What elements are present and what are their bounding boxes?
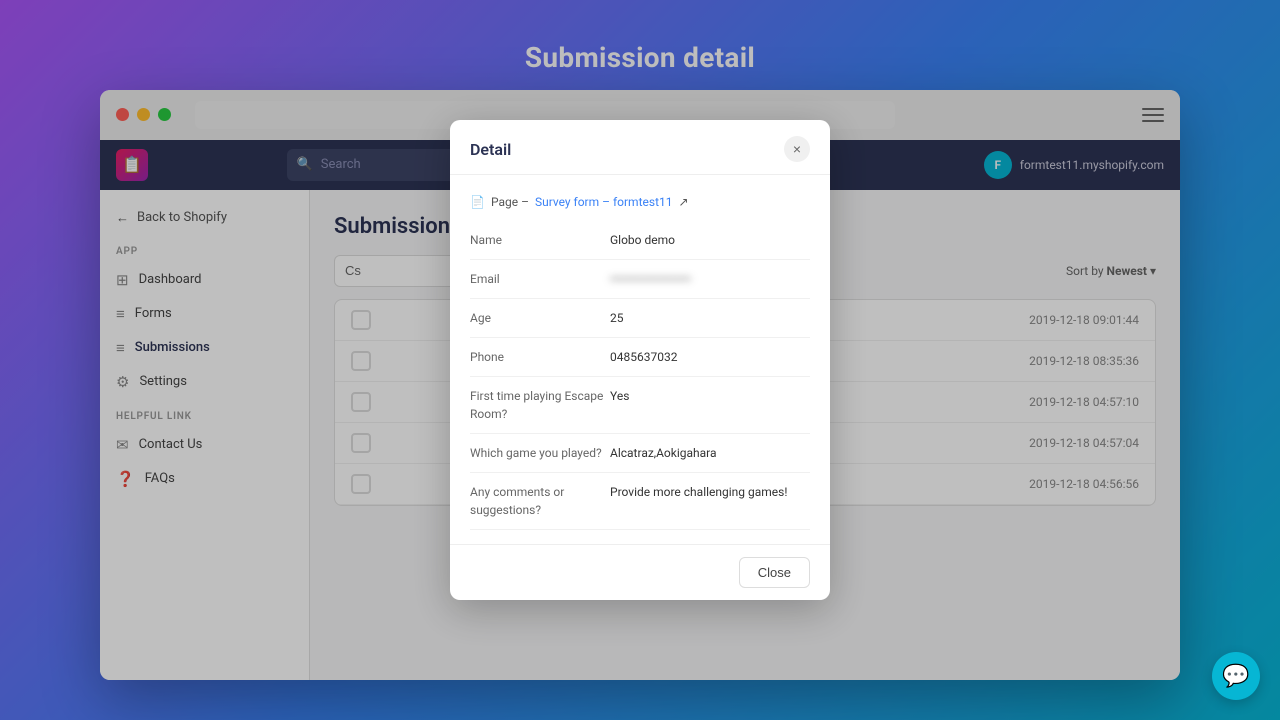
page-link[interactable]: Survey form – formtest11 bbox=[535, 195, 673, 209]
chat-bubble-button[interactable]: 💬 bbox=[1212, 652, 1260, 700]
detail-row-comments: Any comments or suggestions? Provide mor… bbox=[470, 473, 810, 530]
modal-body: 📄 Page – Survey form – formtest11 ↗ Name… bbox=[450, 190, 830, 545]
field-label-game: Which game you played? bbox=[470, 444, 610, 462]
detail-modal: Detail × 📄 Page – Survey form – formtest… bbox=[450, 190, 830, 601]
field-value-phone: 0485637032 bbox=[610, 348, 810, 366]
main-area: Submissions Status ▾ Form ▾ More filters… bbox=[310, 190, 1180, 680]
field-value-escape-room: Yes bbox=[610, 387, 810, 423]
main-layout: ← Back to Shopify APP ⊞ Dashboard ≡ Form… bbox=[100, 190, 1180, 680]
field-label-comments: Any comments or suggestions? bbox=[470, 483, 610, 519]
field-value-name: Globo demo bbox=[610, 231, 810, 249]
modal-page-link-row: 📄 Page – Survey form – formtest11 ↗ bbox=[470, 190, 810, 222]
detail-row-email: Email •••••••••••••••••••• bbox=[470, 260, 810, 299]
field-label-name: Name bbox=[470, 231, 610, 249]
close-button[interactable]: Close bbox=[739, 557, 810, 588]
field-value-game: Alcatraz,Aokigahara bbox=[610, 444, 810, 462]
field-label-phone: Phone bbox=[470, 348, 610, 366]
detail-row-game: Which game you played? Alcatraz,Aokigaha… bbox=[470, 434, 810, 473]
detail-row-rating: What is your rating for our service? 4 bbox=[470, 530, 810, 544]
field-label-email: Email bbox=[470, 270, 610, 288]
page-link-doc-icon: 📄 bbox=[470, 195, 485, 209]
modal-footer: Close bbox=[450, 544, 830, 600]
field-label-age: Age bbox=[470, 309, 610, 327]
detail-row-escape-room: First time playing Escape Room? Yes bbox=[470, 377, 810, 434]
field-value-age: 25 bbox=[610, 309, 810, 327]
field-label-escape-room: First time playing Escape Room? bbox=[470, 387, 610, 423]
field-value-comments: Provide more challenging games! bbox=[610, 483, 810, 519]
browser-window: 📋 🔍 Search F formtest11.myshopify.com ← … bbox=[100, 90, 1180, 680]
field-value-email: •••••••••••••••••••• bbox=[610, 270, 810, 288]
detail-row-name: Name Globo demo bbox=[470, 221, 810, 260]
modal-overlay[interactable]: Detail × 📄 Page – Survey form – formtest… bbox=[310, 190, 1180, 680]
page-prefix: Page – bbox=[491, 195, 529, 209]
detail-row-age: Age 25 bbox=[470, 299, 810, 338]
detail-row-phone: Phone 0485637032 bbox=[470, 338, 810, 377]
app-content: 📋 🔍 Search F formtest11.myshopify.com ← … bbox=[100, 140, 1180, 680]
external-link-icon: ↗ bbox=[678, 195, 688, 209]
